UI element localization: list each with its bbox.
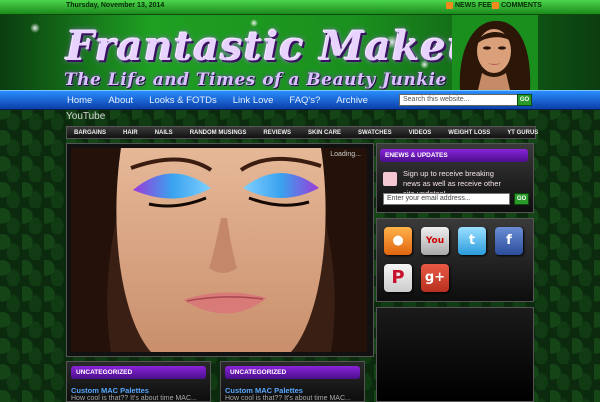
site-title[interactable]: Frantastic Makeup <box>66 27 506 67</box>
facebook-icon[interactable]: f <box>495 227 523 255</box>
social-widget: ● You t f P g+ <box>376 218 534 302</box>
enews-widget: ENEWS & UPDATES Sign up to receive break… <box>376 143 534 213</box>
site-tagline: The Life and Times of a Beauty Junkie <box>64 70 447 90</box>
post-category[interactable]: UNCATEGORIZED <box>71 366 206 379</box>
category-bargains[interactable]: BARGAINS <box>74 130 106 136</box>
news-feed-link[interactable]: NEWS FEED <box>446 2 497 9</box>
search-input[interactable]: Search this website... <box>399 94 518 106</box>
loading-indicator: Loading... <box>330 151 361 158</box>
nav-item-looks-fotds[interactable]: Looks & FOTDs <box>149 95 217 106</box>
youtube-icon[interactable]: You <box>421 227 449 255</box>
featured-slider: Loading... <box>66 143 374 357</box>
category-videos[interactable]: VIDEOS <box>409 130 432 136</box>
post-card: UNCATEGORIZED Custom MAC Palettes How co… <box>220 361 365 402</box>
post-category[interactable]: UNCATEGORIZED <box>225 366 360 379</box>
section-label: YouTube <box>66 111 106 122</box>
email-input[interactable]: Enter your email address... <box>383 193 510 205</box>
top-bar: Thursday, November 13, 2014 NEWS FEED CO… <box>0 0 600 15</box>
nav-item-about[interactable]: About <box>108 95 133 106</box>
current-date: Thursday, November 13, 2014 <box>66 2 165 9</box>
email-go-button[interactable]: GO <box>514 193 529 205</box>
category-weight-loss[interactable]: WEIGHT LOSS <box>448 130 490 136</box>
category-yt-gurus[interactable]: YT GURUS <box>507 130 538 136</box>
sidebar-widget-empty <box>376 307 534 402</box>
post-excerpt: How cool is that?? It's about time MAC..… <box>225 395 351 402</box>
category-bar: BARGAINS HAIR NAILS RANDOM MUSINGS REVIE… <box>66 126 538 139</box>
post-title[interactable]: Custom MAC Palettes <box>71 386 149 395</box>
sparkle-decoration <box>30 23 40 33</box>
rss-icon[interactable]: ● <box>384 227 412 255</box>
category-nails[interactable]: NAILS <box>155 130 173 136</box>
rss-icon <box>446 2 453 9</box>
post-title[interactable]: Custom MAC Palettes <box>225 386 303 395</box>
category-reviews[interactable]: REVIEWS <box>263 130 291 136</box>
nav-item-archive[interactable]: Archive <box>336 95 368 106</box>
post-card: UNCATEGORIZED Custom MAC Palettes How co… <box>66 361 211 402</box>
nav-item-link-love[interactable]: Link Love <box>233 95 274 106</box>
category-random-musings[interactable]: RANDOM MUSINGS <box>190 130 247 136</box>
enews-heading: ENEWS & UPDATES <box>380 149 528 162</box>
rss-icon <box>492 2 499 9</box>
nav-item-faqs[interactable]: FAQ's? <box>289 95 320 106</box>
nav-item-home[interactable]: Home <box>67 95 92 106</box>
featured-image[interactable]: Loading... <box>71 148 367 352</box>
category-swatches[interactable]: SWATCHES <box>358 130 392 136</box>
category-skin-care[interactable]: SKIN CARE <box>308 130 341 136</box>
rss-icon <box>383 172 397 186</box>
search-go-button[interactable]: GO <box>517 94 532 106</box>
pinterest-icon[interactable]: P <box>384 264 412 292</box>
post-excerpt: How cool is that?? It's about time MAC..… <box>71 395 197 402</box>
header-portrait-image <box>452 15 538 90</box>
comments-feed-link[interactable]: COMMENTS <box>492 2 542 9</box>
twitter-icon[interactable]: t <box>458 227 486 255</box>
google-plus-icon[interactable]: g+ <box>421 264 449 292</box>
category-hair[interactable]: HAIR <box>123 130 138 136</box>
